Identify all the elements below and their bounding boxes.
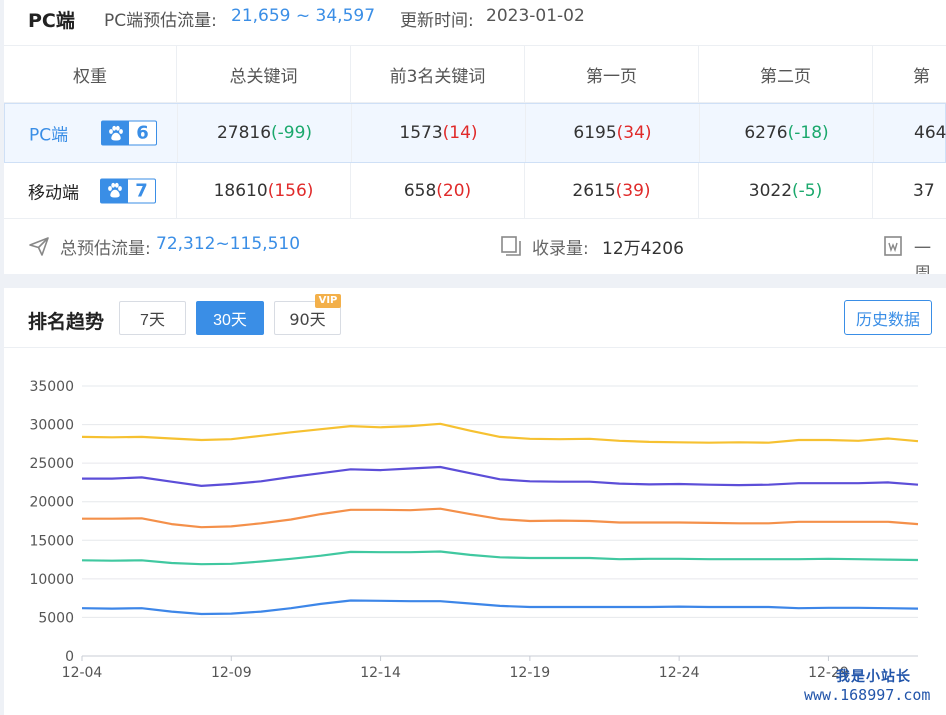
- weight-value: 6: [136, 122, 149, 144]
- column-header-top3-keywords: 前3名关键词: [351, 46, 525, 103]
- y-tick-label: 15000: [29, 533, 74, 549]
- truncated-cell: 37: [873, 163, 946, 218]
- cell-value: 18610: [213, 180, 268, 201]
- y-tick-label: 20000: [29, 495, 74, 511]
- weight-cell: 移动端 7: [4, 163, 177, 218]
- document-stack-icon: [500, 235, 522, 261]
- site-stats-card: PC端 PC端预估流量: 21,659 ~ 34,597 更新时间: 2023-…: [4, 0, 946, 274]
- update-time-label: 更新时间:: [400, 11, 474, 31]
- page-one-cell: 2615 (39): [525, 163, 699, 218]
- weight-cell: PC端 6: [5, 104, 178, 162]
- cell-delta: (156): [267, 180, 314, 201]
- page-title: PC端: [28, 10, 75, 32]
- page-one-cell: 6195 (34): [526, 104, 700, 162]
- rank-trend-card: 排名趋势 7天 30天 90天 VIP 历史数据 0 5000 10000 15000…: [4, 288, 946, 715]
- weight-value: 7: [135, 180, 148, 201]
- paper-plane-icon: [28, 235, 50, 261]
- cell-value: 6195: [573, 123, 617, 143]
- total-keywords-cell: 27816 (-99): [178, 104, 352, 162]
- baidu-weight-badge[interactable]: 6: [101, 120, 157, 146]
- cell-value: 27816: [216, 123, 272, 143]
- cell-delta: (-18): [787, 123, 829, 143]
- baidu-paw-icon: [101, 179, 128, 202]
- x-tick-label: 12-04: [62, 665, 103, 681]
- cell-delta: (39): [615, 180, 651, 201]
- y-tick-label: 0: [65, 649, 74, 665]
- trend-title: 排名趋势: [28, 311, 105, 333]
- total-keywords-cell: 18610 (156): [177, 163, 351, 218]
- total-traffic-label: 总预估流量:: [60, 239, 151, 259]
- y-tick-label: 10000: [29, 572, 74, 588]
- cell-value: 3022: [748, 180, 793, 201]
- row-name: 移动端: [28, 183, 79, 203]
- top3-keywords-cell: 658 (20): [351, 163, 525, 218]
- cell-value: 6276: [744, 123, 788, 143]
- column-header-total-keywords: 总关键词: [177, 46, 351, 103]
- column-header-page-two: 第二页: [699, 46, 873, 103]
- x-tick-label: 12-14: [360, 665, 401, 681]
- y-tick-label: 35000: [29, 379, 74, 395]
- series-line-1: [81, 422, 919, 444]
- top3-keywords-cell: 1573 (14): [352, 104, 526, 162]
- weekly-label: 一周: [914, 239, 931, 274]
- cell-value: 464: [914, 123, 946, 143]
- column-header-truncated: 第: [873, 46, 946, 103]
- series-line-3: [82, 507, 919, 529]
- range-90-days-label: 90天: [289, 310, 326, 329]
- series-line-4: [81, 550, 919, 566]
- y-tick-label: 25000: [29, 456, 74, 472]
- baidu-weight-badge[interactable]: 7: [100, 178, 156, 203]
- indexed-value: 12万4206: [602, 239, 684, 259]
- truncated-cell: 464: [874, 104, 946, 162]
- x-tick-label: 12-09: [211, 665, 252, 681]
- cell-delta: (34): [616, 123, 652, 143]
- baidu-paw-icon: [102, 121, 129, 145]
- series-line-2: [82, 465, 919, 487]
- cell-delta: (-5): [792, 180, 823, 201]
- page-two-cell: 6276 (-18): [700, 104, 874, 162]
- summary-bar: 总预估流量: 72,312~115,510 收录量: 12万4206 一周: [4, 219, 946, 274]
- history-data-button[interactable]: 历史数据: [844, 300, 932, 335]
- x-tick-label: 12-24: [659, 665, 700, 681]
- page-two-cell: 3022 (-5): [699, 163, 873, 218]
- cell-value: 1573: [399, 123, 443, 143]
- word-document-icon: [882, 235, 904, 261]
- rank-trend-chart: 0 5000 10000 15000 20000 25000 30000 35000 12-0…: [29, 379, 919, 681]
- update-time-value: 2023-01-02: [486, 6, 585, 26]
- row-name: PC端: [29, 125, 69, 146]
- range-7-days-button[interactable]: 7天: [119, 301, 186, 335]
- table-row-mobile[interactable]: 移动端 7 18610 (156) 658 (20) 2615 (39) 3022 (-…: [4, 163, 946, 219]
- table-header-row: 权重 总关键词 前3名关键词 第一页 第二页 第: [4, 46, 946, 103]
- indexed-label: 收录量:: [532, 239, 589, 259]
- cell-value: 37: [913, 180, 935, 201]
- card-header: PC端 PC端预估流量: 21,659 ~ 34,597 更新时间: 2023-…: [4, 0, 946, 46]
- table-row-pc[interactable]: PC端 6 27816 (-99) 1573 (14) 6195 (34) 6276(…: [4, 103, 946, 163]
- cell-delta: (20): [436, 180, 472, 201]
- total-traffic-value: 72,312~115,510: [156, 234, 301, 254]
- cell-value: 2615: [572, 180, 616, 201]
- pc-traffic-label: PC端预估流量:: [104, 11, 217, 31]
- watermark-text: 我是小站长: [836, 669, 911, 685]
- vip-badge: VIP: [315, 294, 341, 308]
- range-30-days-button[interactable]: 30天: [196, 301, 264, 335]
- column-header-weight: 权重: [4, 46, 177, 103]
- cell-delta: (-99): [271, 123, 313, 143]
- range-90-days-button[interactable]: 90天 VIP: [274, 294, 341, 335]
- y-tick-label: 30000: [29, 418, 74, 434]
- cell-delta: (14): [442, 123, 478, 143]
- x-tick-label: 12-19: [510, 665, 551, 681]
- pc-traffic-value: 21,659 ~ 34,597: [231, 6, 376, 26]
- watermark-url: www.168997.com: [804, 686, 931, 704]
- cell-value: 658: [403, 180, 437, 201]
- column-header-page-one: 第一页: [525, 46, 699, 103]
- series-line-5: [81, 599, 919, 616]
- y-tick-label: 5000: [38, 610, 74, 626]
